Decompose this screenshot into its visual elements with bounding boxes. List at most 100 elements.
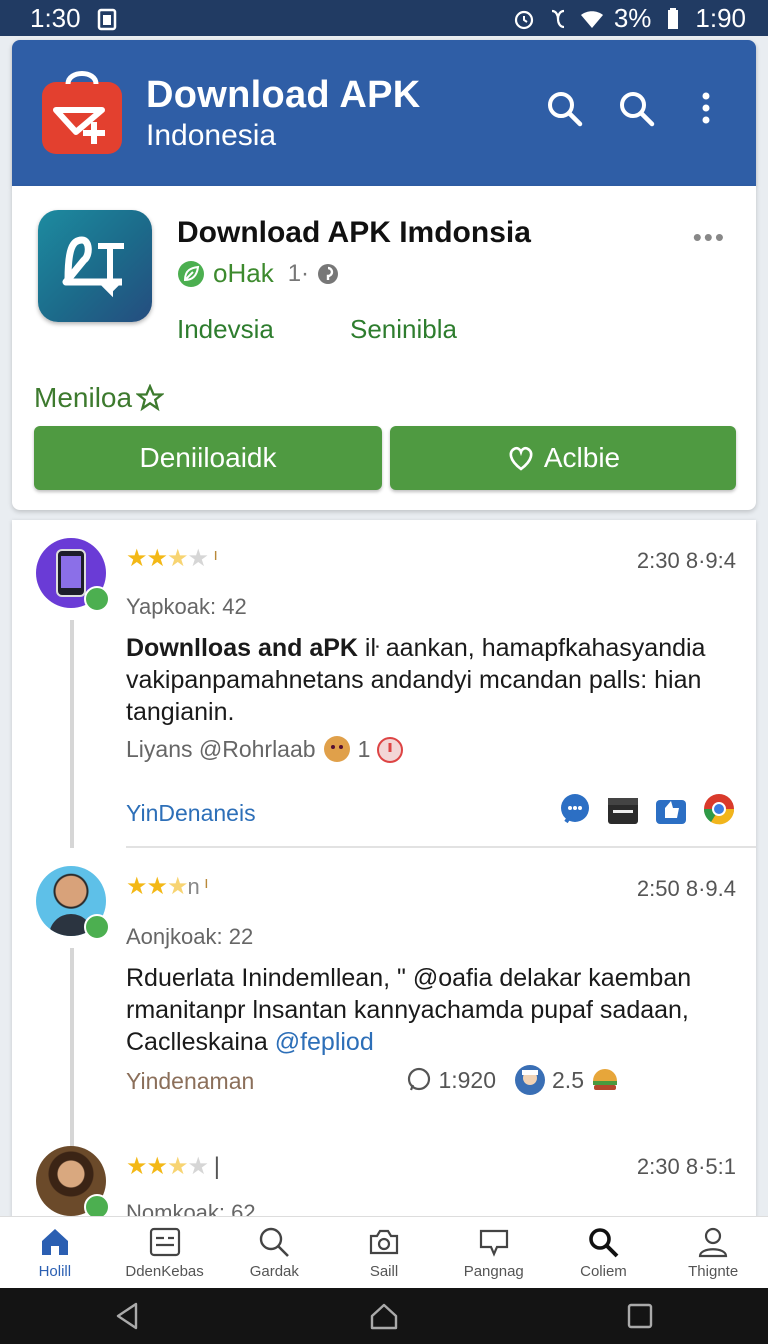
review-body: Rduerlata Inindemllean, " @oafia delakar… bbox=[126, 962, 736, 1058]
thread-line bbox=[70, 948, 74, 1156]
nav-explore[interactable]: Coliem bbox=[549, 1217, 659, 1288]
system-navigation-bar bbox=[0, 1288, 768, 1344]
profile-icon bbox=[699, 1227, 728, 1258]
verified-check-icon bbox=[84, 914, 110, 940]
nav-label: Holill bbox=[38, 1263, 72, 1280]
review-time: 2:50 8·9.4 bbox=[636, 876, 736, 901]
battery-percent: 3% bbox=[613, 3, 652, 33]
list-card-icon bbox=[149, 1227, 180, 1257]
more-options-icon[interactable]: ••• bbox=[693, 222, 726, 253]
nav-label: Coliem bbox=[580, 1263, 627, 1280]
app-bar-subtitle: Indonesia bbox=[146, 119, 277, 152]
back-icon[interactable] bbox=[112, 1300, 144, 1332]
home-button-icon[interactable] bbox=[368, 1300, 400, 1332]
rating-stars: ★★★★ | bbox=[126, 1153, 220, 1180]
nav-camera[interactable]: Saill bbox=[329, 1217, 439, 1288]
battery-icon bbox=[668, 7, 679, 29]
review-author[interactable]: Liyans @Rohrlaab bbox=[126, 736, 316, 763]
comment-icon[interactable] bbox=[404, 1066, 432, 1094]
alarm-icon bbox=[514, 10, 533, 29]
nav-label: Saill bbox=[369, 1263, 399, 1280]
app-meta-category[interactable]: Seninibla bbox=[350, 314, 457, 345]
review-body-text: Rduerlata Inindemllean, " @oafia delakar… bbox=[126, 964, 692, 1056]
vibrate-icon bbox=[551, 9, 564, 28]
review-author-row: Liyans @Rohrlaab 1 bbox=[126, 734, 404, 764]
nav-search[interactable]: Gardak bbox=[219, 1217, 329, 1288]
message-icon bbox=[479, 1229, 508, 1257]
review-stats: 1:920 2.5 bbox=[404, 1064, 620, 1096]
wifi-icon bbox=[580, 10, 603, 28]
rating-stars: ★★★n ᶦ bbox=[126, 873, 208, 900]
status-bar: 1:30 3% 1:90 bbox=[0, 0, 768, 36]
review-time: 2:30 8·5:1 bbox=[636, 1154, 736, 1179]
calendar-icon[interactable] bbox=[606, 792, 640, 826]
verified-check-icon bbox=[84, 586, 110, 612]
search-icon[interactable] bbox=[544, 88, 584, 128]
review-mention[interactable]: @fepliod bbox=[275, 1028, 374, 1056]
app-bar: Download APK Indonesia bbox=[12, 40, 756, 186]
search-icon bbox=[260, 1227, 290, 1257]
app-logo-glyph-icon bbox=[62, 236, 124, 298]
app-bar-title: Download APK bbox=[146, 74, 421, 116]
download-button[interactable]: Deniiloaidk bbox=[34, 426, 382, 490]
nav-home[interactable]: Holill bbox=[0, 1217, 110, 1288]
review-body-bold: Downlloas and aPK bbox=[126, 634, 358, 662]
avatar[interactable] bbox=[36, 538, 110, 612]
action-button[interactable]: Aclbie bbox=[390, 426, 736, 490]
app-icon[interactable] bbox=[38, 210, 152, 322]
review-footer-label[interactable]: Yindenaman bbox=[126, 1068, 254, 1095]
nav-profile[interactable]: Thignte bbox=[658, 1217, 768, 1288]
review-label: Yapkoak: 42 bbox=[126, 594, 247, 619]
alert-badge-icon bbox=[377, 737, 404, 763]
food-icon bbox=[593, 1069, 617, 1090]
status-time-right: 1:90 bbox=[695, 3, 746, 33]
overflow-menu-icon[interactable] bbox=[696, 88, 716, 128]
nav-label: Thignte bbox=[688, 1263, 739, 1280]
search-bold-icon bbox=[589, 1228, 619, 1258]
developer-name[interactable]: oHak bbox=[213, 258, 274, 289]
nav-list[interactable]: DdenKebas bbox=[110, 1217, 220, 1288]
review-label: Aonjkoak: 22 bbox=[126, 924, 254, 949]
bottom-navigation: Holill DdenKebas Gardak Saill Pangnag Co… bbox=[0, 1216, 768, 1288]
thumbs-up-icon[interactable] bbox=[654, 792, 688, 826]
review-feed[interactable]: ★★★★ ᶦ 2:30 8·9:4 Yapkoak: 42 Downlloas … bbox=[12, 520, 756, 1220]
nav-label: Gardak bbox=[249, 1263, 299, 1280]
home-icon bbox=[41, 1229, 68, 1255]
search-icon-secondary[interactable] bbox=[616, 88, 656, 128]
store-bag-logo[interactable] bbox=[42, 70, 122, 154]
nav-label: Pangnag bbox=[463, 1263, 524, 1280]
favorite-row[interactable]: Meniloa bbox=[34, 382, 165, 414]
info-pin-icon bbox=[318, 263, 339, 284]
review-footer-label[interactable]: YinDenaneis bbox=[126, 800, 256, 827]
review-time: 2:30 8·9:4 bbox=[636, 548, 736, 573]
clipboard-icon bbox=[97, 8, 116, 30]
status-time-left: 1:30 bbox=[30, 3, 81, 33]
divider bbox=[126, 846, 756, 848]
favorite-label: Meniloa bbox=[34, 382, 133, 413]
app-name: Download APK Imdonsia bbox=[177, 216, 531, 249]
rating-stars: ★★★★ ᶦ bbox=[126, 545, 217, 572]
browser-icon[interactable] bbox=[702, 792, 736, 826]
app-info-card: Download APK Imdonsia ••• oHak 1· Indevs… bbox=[12, 186, 756, 510]
chat-icon[interactable] bbox=[558, 792, 592, 826]
avatar[interactable] bbox=[36, 866, 110, 940]
other-stat: 2.5 bbox=[552, 1066, 584, 1093]
camera-icon bbox=[369, 1229, 399, 1255]
nav-label: DdenKebas bbox=[125, 1263, 204, 1280]
user-badge-icon bbox=[515, 1065, 546, 1095]
thread-line bbox=[70, 620, 74, 848]
avatar[interactable] bbox=[36, 1146, 110, 1220]
review-author-count: 1 bbox=[357, 735, 371, 762]
star-outline-icon[interactable] bbox=[136, 384, 165, 412]
developer-count: 1· bbox=[287, 259, 310, 287]
app-meta-region: Indevsia bbox=[177, 314, 274, 344]
recents-icon[interactable] bbox=[624, 1300, 656, 1332]
review-body: Downlloas and aPK iŀ aankan, hamapfkahas… bbox=[126, 632, 736, 728]
heart-icon bbox=[509, 446, 533, 471]
action-button-label: Aclbie bbox=[543, 442, 621, 473]
comment-count: 1:920 bbox=[438, 1066, 497, 1093]
download-button-label: Deniiloaidk bbox=[139, 442, 277, 473]
developer-row: oHak 1· bbox=[177, 258, 339, 289]
nav-messages[interactable]: Pangnag bbox=[439, 1217, 549, 1288]
leaf-icon bbox=[178, 260, 204, 287]
